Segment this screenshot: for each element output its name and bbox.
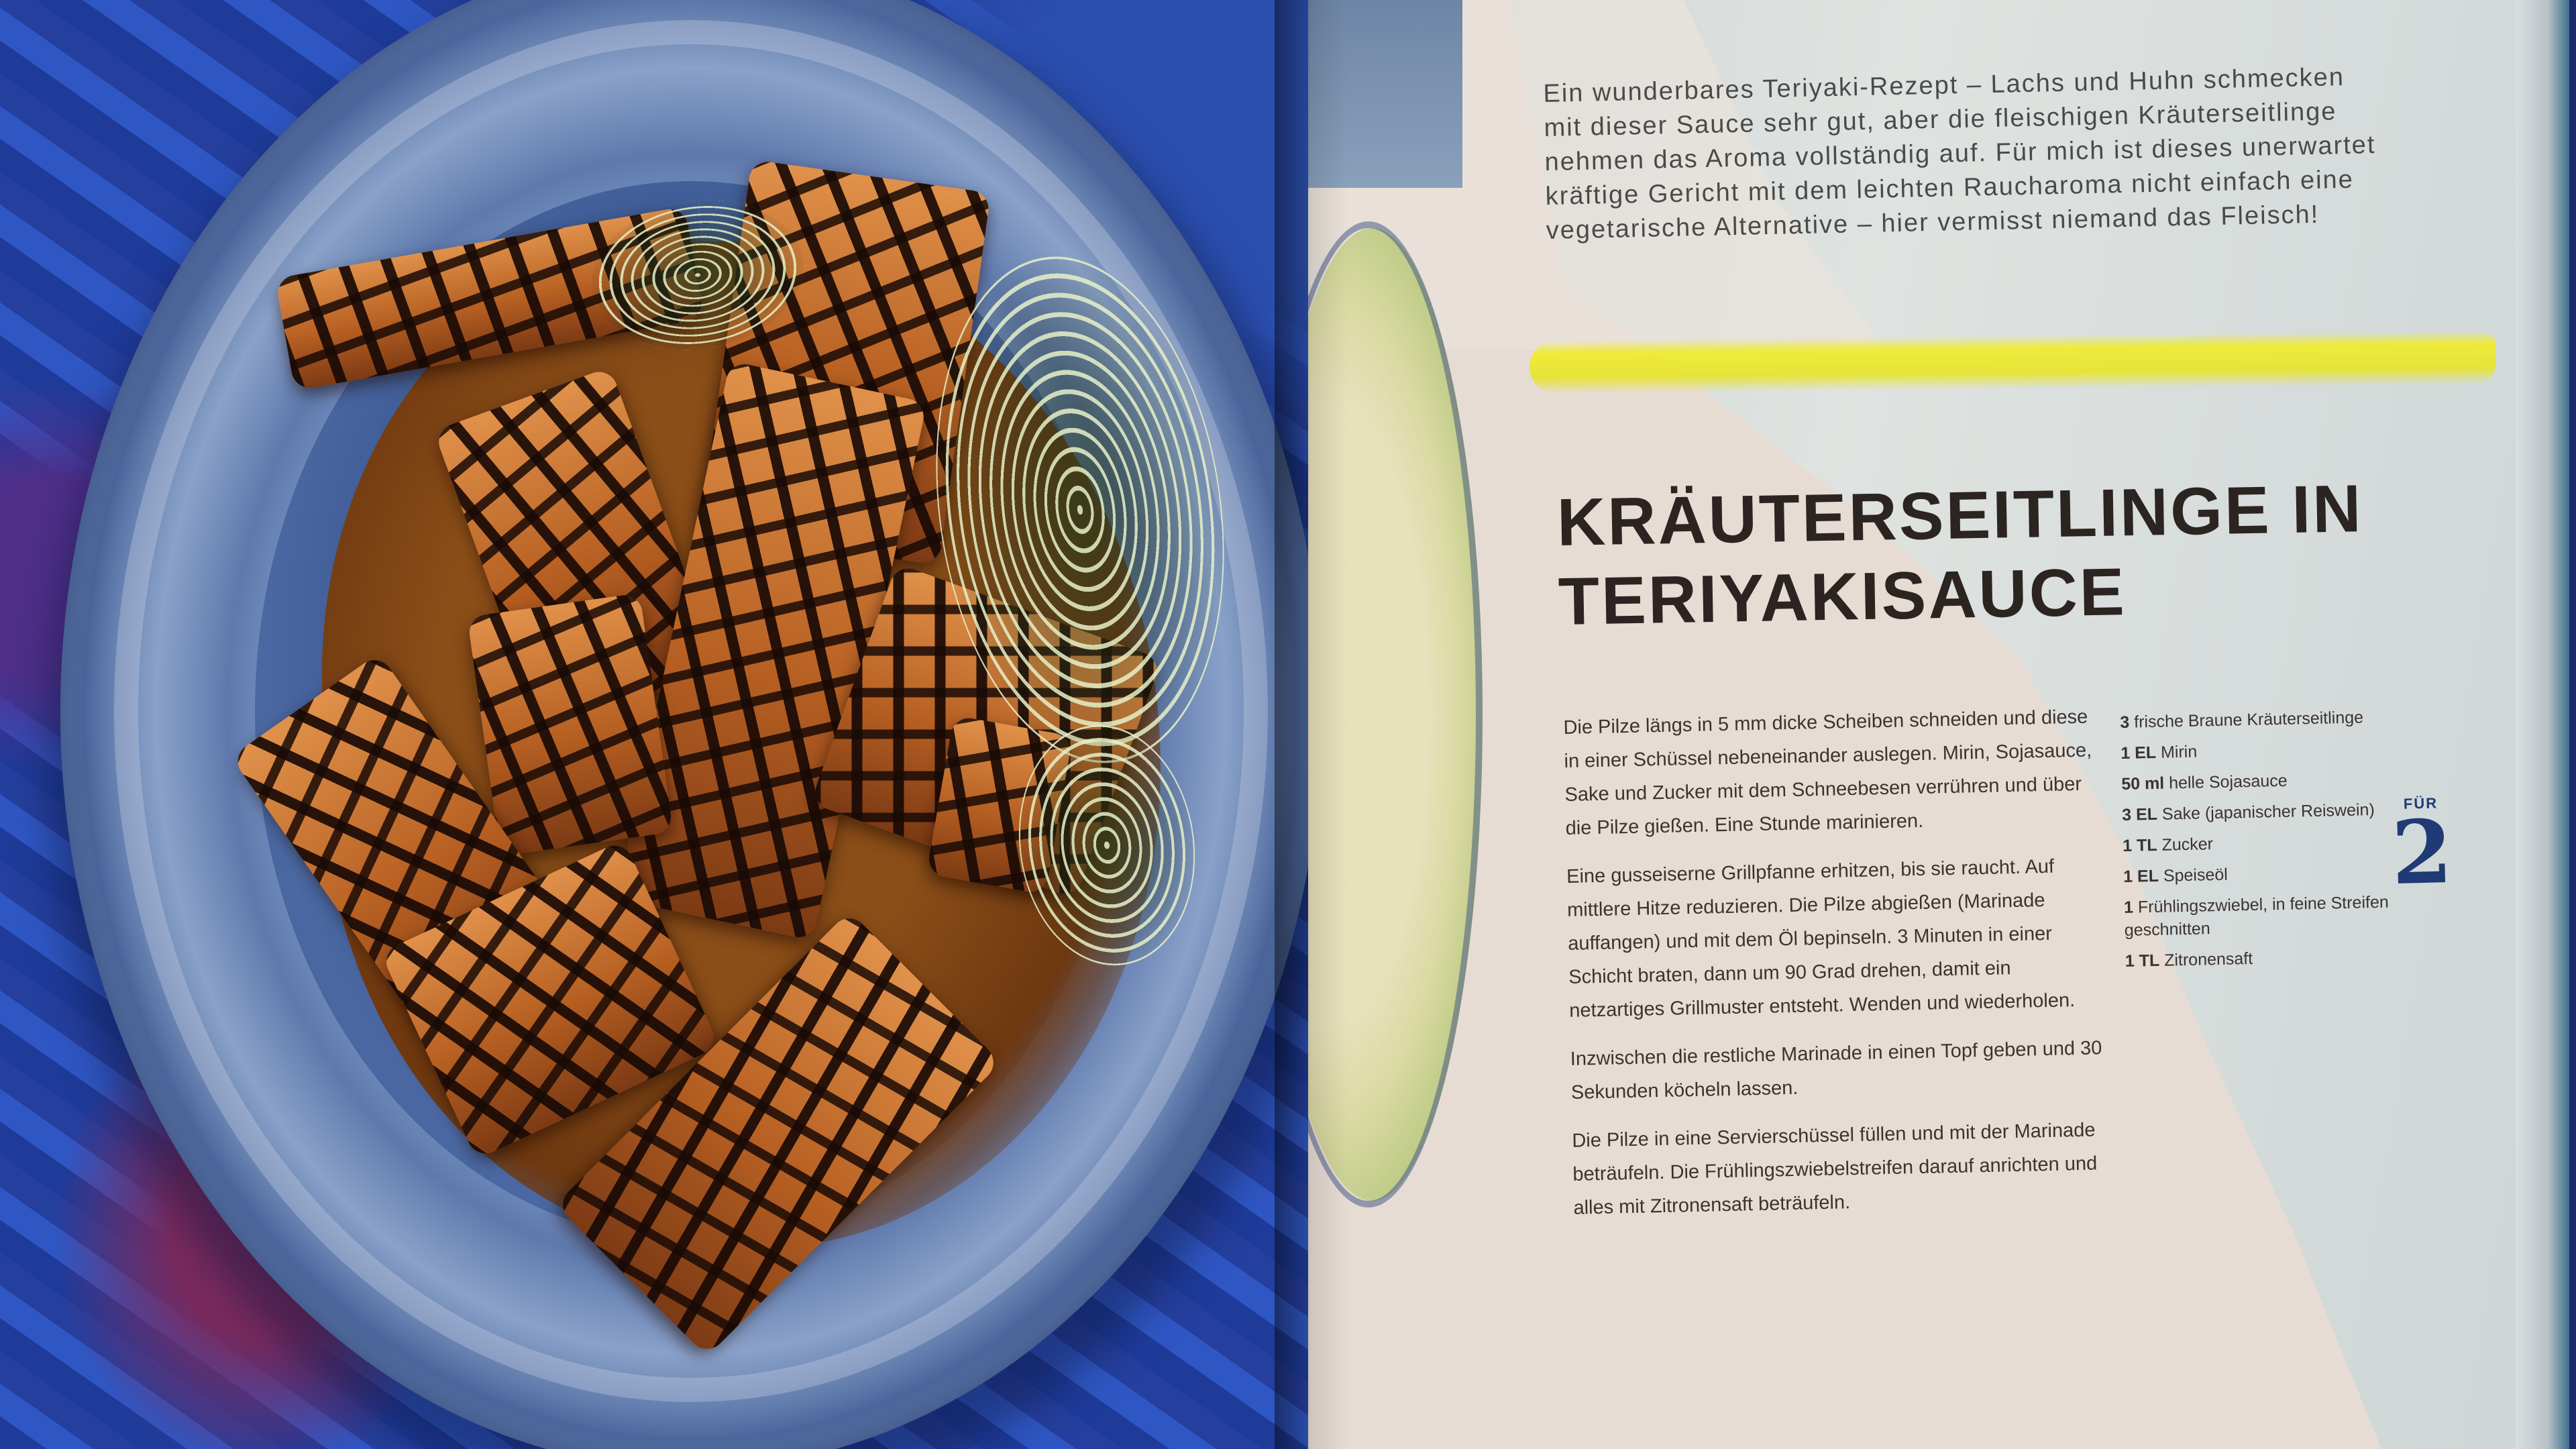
recipe-step: Eine gusseiserne Grillpfanne erhitzen, b… <box>1566 855 2076 1022</box>
ingredient-name: Speiseöl <box>2163 865 2229 885</box>
ingredient-quantity: 1 TL <box>2125 951 2160 971</box>
ingredient-item: 1 EL Speiseöl <box>2123 859 2406 888</box>
recipe-page: Ein wunderbares Teriyaki-Rezept – Lachs … <box>1308 0 2569 1449</box>
ingredient-name: Zitronensaft <box>2163 949 2253 970</box>
highlighter-stroke <box>1529 330 2496 394</box>
title-line-1: KRÄUTERSEITLINGE IN <box>1556 471 2364 560</box>
title-line-2: TERIYAKISAUCE <box>1558 554 2127 639</box>
ingredient-item: 1 EL Mirin <box>2121 736 2403 765</box>
ingredient-name: helle Sojasauce <box>2168 771 2288 793</box>
ingredient-quantity: 3 <box>2120 712 2130 732</box>
book-gutter <box>1275 0 1348 1449</box>
food-photo <box>0 0 1308 1449</box>
ingredient-item: 1 TL Zitronensaft <box>2125 944 2407 973</box>
servings-badge: FÜR 2 <box>2380 794 2463 905</box>
recipe-step: Inzwischen die restliche Marinade in ein… <box>1570 1037 2102 1104</box>
ingredient-item: 3 frische Braune Kräuterseitlinge <box>2120 705 2402 734</box>
mushroom-slice <box>467 592 674 857</box>
page-edge <box>2516 0 2569 1449</box>
ingredient-quantity: 1 <box>2123 898 2134 917</box>
recipe-intro: Ein wunderbares Teriyaki-Rezept – Lachs … <box>1543 62 2376 245</box>
ingredient-quantity: 1 EL <box>2121 743 2157 763</box>
ingredient-item: 50 ml helle Sojasauce <box>2121 767 2404 796</box>
ingredient-list: 3 frische Braune Kräuterseitlinge 1 EL M… <box>2120 705 2407 981</box>
ingredient-name: Mirin <box>2160 742 2198 762</box>
ingredient-item: 3 EL Sake (japanischer Reiswein) <box>2122 798 2404 826</box>
ingredient-name: Sake (japanischer Reiswein) <box>2161 800 2375 824</box>
ingredient-quantity: 3 EL <box>2121 804 2158 824</box>
recipe-step: Die Pilze längs in 5 mm dicke Scheiben s… <box>1563 706 2092 839</box>
ingredient-quantity: 1 TL <box>2122 835 2157 855</box>
ingredient-quantity: 50 ml <box>2121 773 2165 794</box>
ingredient-name: frische Braune Kräuterseitlinge <box>2133 708 2364 732</box>
ingredient-quantity: 1 EL <box>2123 866 2159 886</box>
ingredient-item: 1 TL Zucker <box>2123 828 2405 857</box>
recipe-steps: Die Pilze längs in 5 mm dicke Scheiben s… <box>1563 700 2110 1240</box>
ingredient-name: Frühlingszwiebel, in feine Streifen gesc… <box>2124 892 2390 940</box>
recipe-title: KRÄUTERSEITLINGE IN TERIYAKISAUCE <box>1556 468 2445 641</box>
servings-count: 2 <box>2390 800 2454 905</box>
ingredient-item: 1 Frühlingszwiebel, in feine Streifen ge… <box>2124 890 2406 942</box>
ingredient-name: Zucker <box>2161 835 2214 855</box>
recipe-step: Die Pilze in eine Servierschüssel füllen… <box>1572 1119 2098 1219</box>
